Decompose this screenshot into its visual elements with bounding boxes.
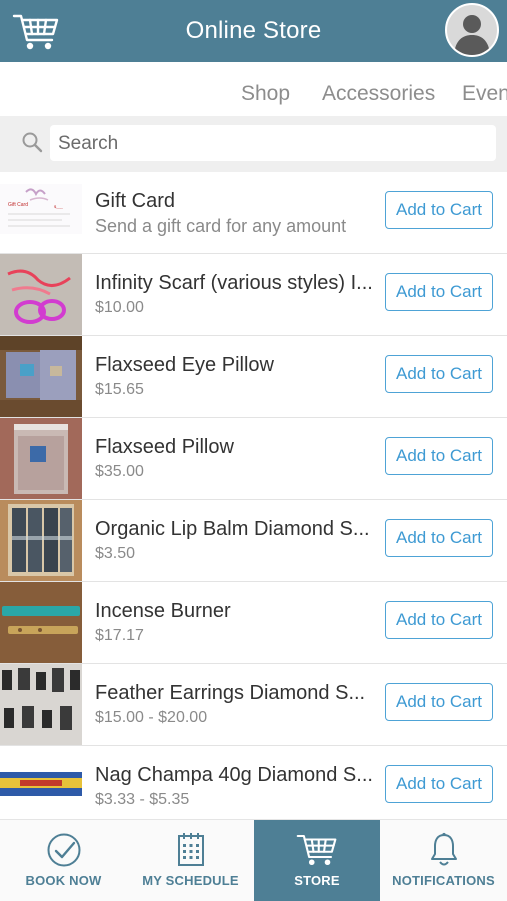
add-to-cart-button[interactable]: Add to Cart — [385, 273, 493, 311]
tab-events[interactable]: Even — [462, 82, 507, 106]
product-name: Organic Lip Balm Diamond S... — [95, 518, 370, 540]
product-price: $15.65 — [95, 381, 144, 398]
product-row[interactable]: Nag Champa 40g Diamond S... $3.33 - $5.3… — [0, 746, 507, 828]
product-price: $10.00 — [95, 299, 144, 316]
add-to-cart-button[interactable]: Add to Cart — [385, 437, 493, 475]
search-bar — [0, 116, 507, 172]
product-price: $35.00 — [95, 463, 144, 480]
page-title: Online Store — [185, 17, 322, 44]
nav-label: BOOK NOW — [25, 873, 102, 888]
product-name: Gift Card — [95, 190, 176, 212]
product-name: Feather Earrings Diamond S... — [95, 682, 366, 704]
product-row[interactable]: Flaxseed Eye Pillow $15.65 Add to Cart — [0, 336, 507, 418]
product-image — [0, 500, 82, 581]
product-row[interactable]: Incense Burner $17.17 Add to Cart — [0, 582, 507, 664]
nav-notifications[interactable]: NOTIFICATIONS — [380, 820, 507, 901]
product-image — [0, 664, 82, 745]
add-to-cart-button[interactable]: Add to Cart — [385, 601, 493, 639]
product-row[interactable]: Gift Card $___ Gift Card Send a gift car… — [0, 172, 507, 254]
svg-text:Gift Card: Gift Card — [8, 202, 28, 208]
category-tabs: Shop Accessories Even — [0, 62, 507, 116]
nav-my-schedule[interactable]: MY SCHEDULE — [127, 820, 254, 901]
product-name: Infinity Scarf (various styles) I... — [95, 272, 373, 294]
tab-accessories[interactable]: Accessories — [322, 82, 435, 106]
product-list: Gift Card $___ Gift Card Send a gift car… — [0, 172, 507, 828]
app-header: Online Store — [0, 0, 507, 62]
svg-text:$___: $___ — [54, 204, 64, 209]
product-price: $17.17 — [95, 627, 144, 644]
product-price: $3.50 — [95, 545, 136, 562]
add-to-cart-button[interactable]: Add to Cart — [385, 683, 493, 721]
product-description: Send a gift card for any amount — [95, 216, 347, 236]
product-image — [0, 418, 82, 499]
nav-store[interactable]: STORE — [254, 820, 380, 901]
nav-label: MY SCHEDULE — [142, 873, 239, 888]
nav-book-now[interactable]: BOOK NOW — [0, 820, 127, 901]
product-row[interactable]: Feather Earrings Diamond S... $15.00 - $… — [0, 664, 507, 746]
avatar[interactable] — [445, 3, 499, 57]
product-row[interactable]: Organic Lip Balm Diamond S... $3.50 Add … — [0, 500, 507, 582]
product-price: $3.33 - $5.35 — [95, 791, 190, 808]
product-name: Flaxseed Eye Pillow — [95, 354, 274, 376]
product-name: Nag Champa 40g Diamond S... — [95, 764, 373, 786]
product-name: Flaxseed Pillow — [95, 436, 234, 458]
bell-icon — [430, 832, 457, 866]
cart-icon — [296, 834, 337, 866]
user-icon — [454, 15, 490, 55]
add-to-cart-button[interactable]: Add to Cart — [385, 355, 493, 393]
product-price: $15.00 - $20.00 — [95, 709, 208, 726]
product-image — [0, 746, 82, 827]
check-circle-icon — [47, 833, 80, 867]
search-box — [50, 125, 496, 161]
bottom-navigation: BOOK NOW MY SCHEDULE STORE NOTIFICATIONS — [0, 819, 507, 901]
product-name: Incense Burner — [95, 600, 231, 622]
product-row[interactable]: Infinity Scarf (various styles) I... $10… — [0, 254, 507, 336]
nav-label: NOTIFICATIONS — [392, 873, 495, 888]
add-to-cart-button[interactable]: Add to Cart — [385, 519, 493, 557]
product-image: Gift Card $___ — [0, 172, 82, 253]
tab-shop[interactable]: Shop — [241, 82, 290, 106]
search-input[interactable] — [56, 132, 480, 156]
product-image — [0, 336, 82, 417]
add-to-cart-button[interactable]: Add to Cart — [385, 765, 493, 803]
calendar-icon — [177, 833, 204, 866]
search-icon — [22, 132, 43, 153]
product-image — [0, 254, 82, 335]
add-to-cart-button[interactable]: Add to Cart — [385, 191, 493, 229]
product-row[interactable]: Flaxseed Pillow $35.00 Add to Cart — [0, 418, 507, 500]
product-image — [0, 582, 82, 663]
nav-label: STORE — [294, 873, 340, 888]
